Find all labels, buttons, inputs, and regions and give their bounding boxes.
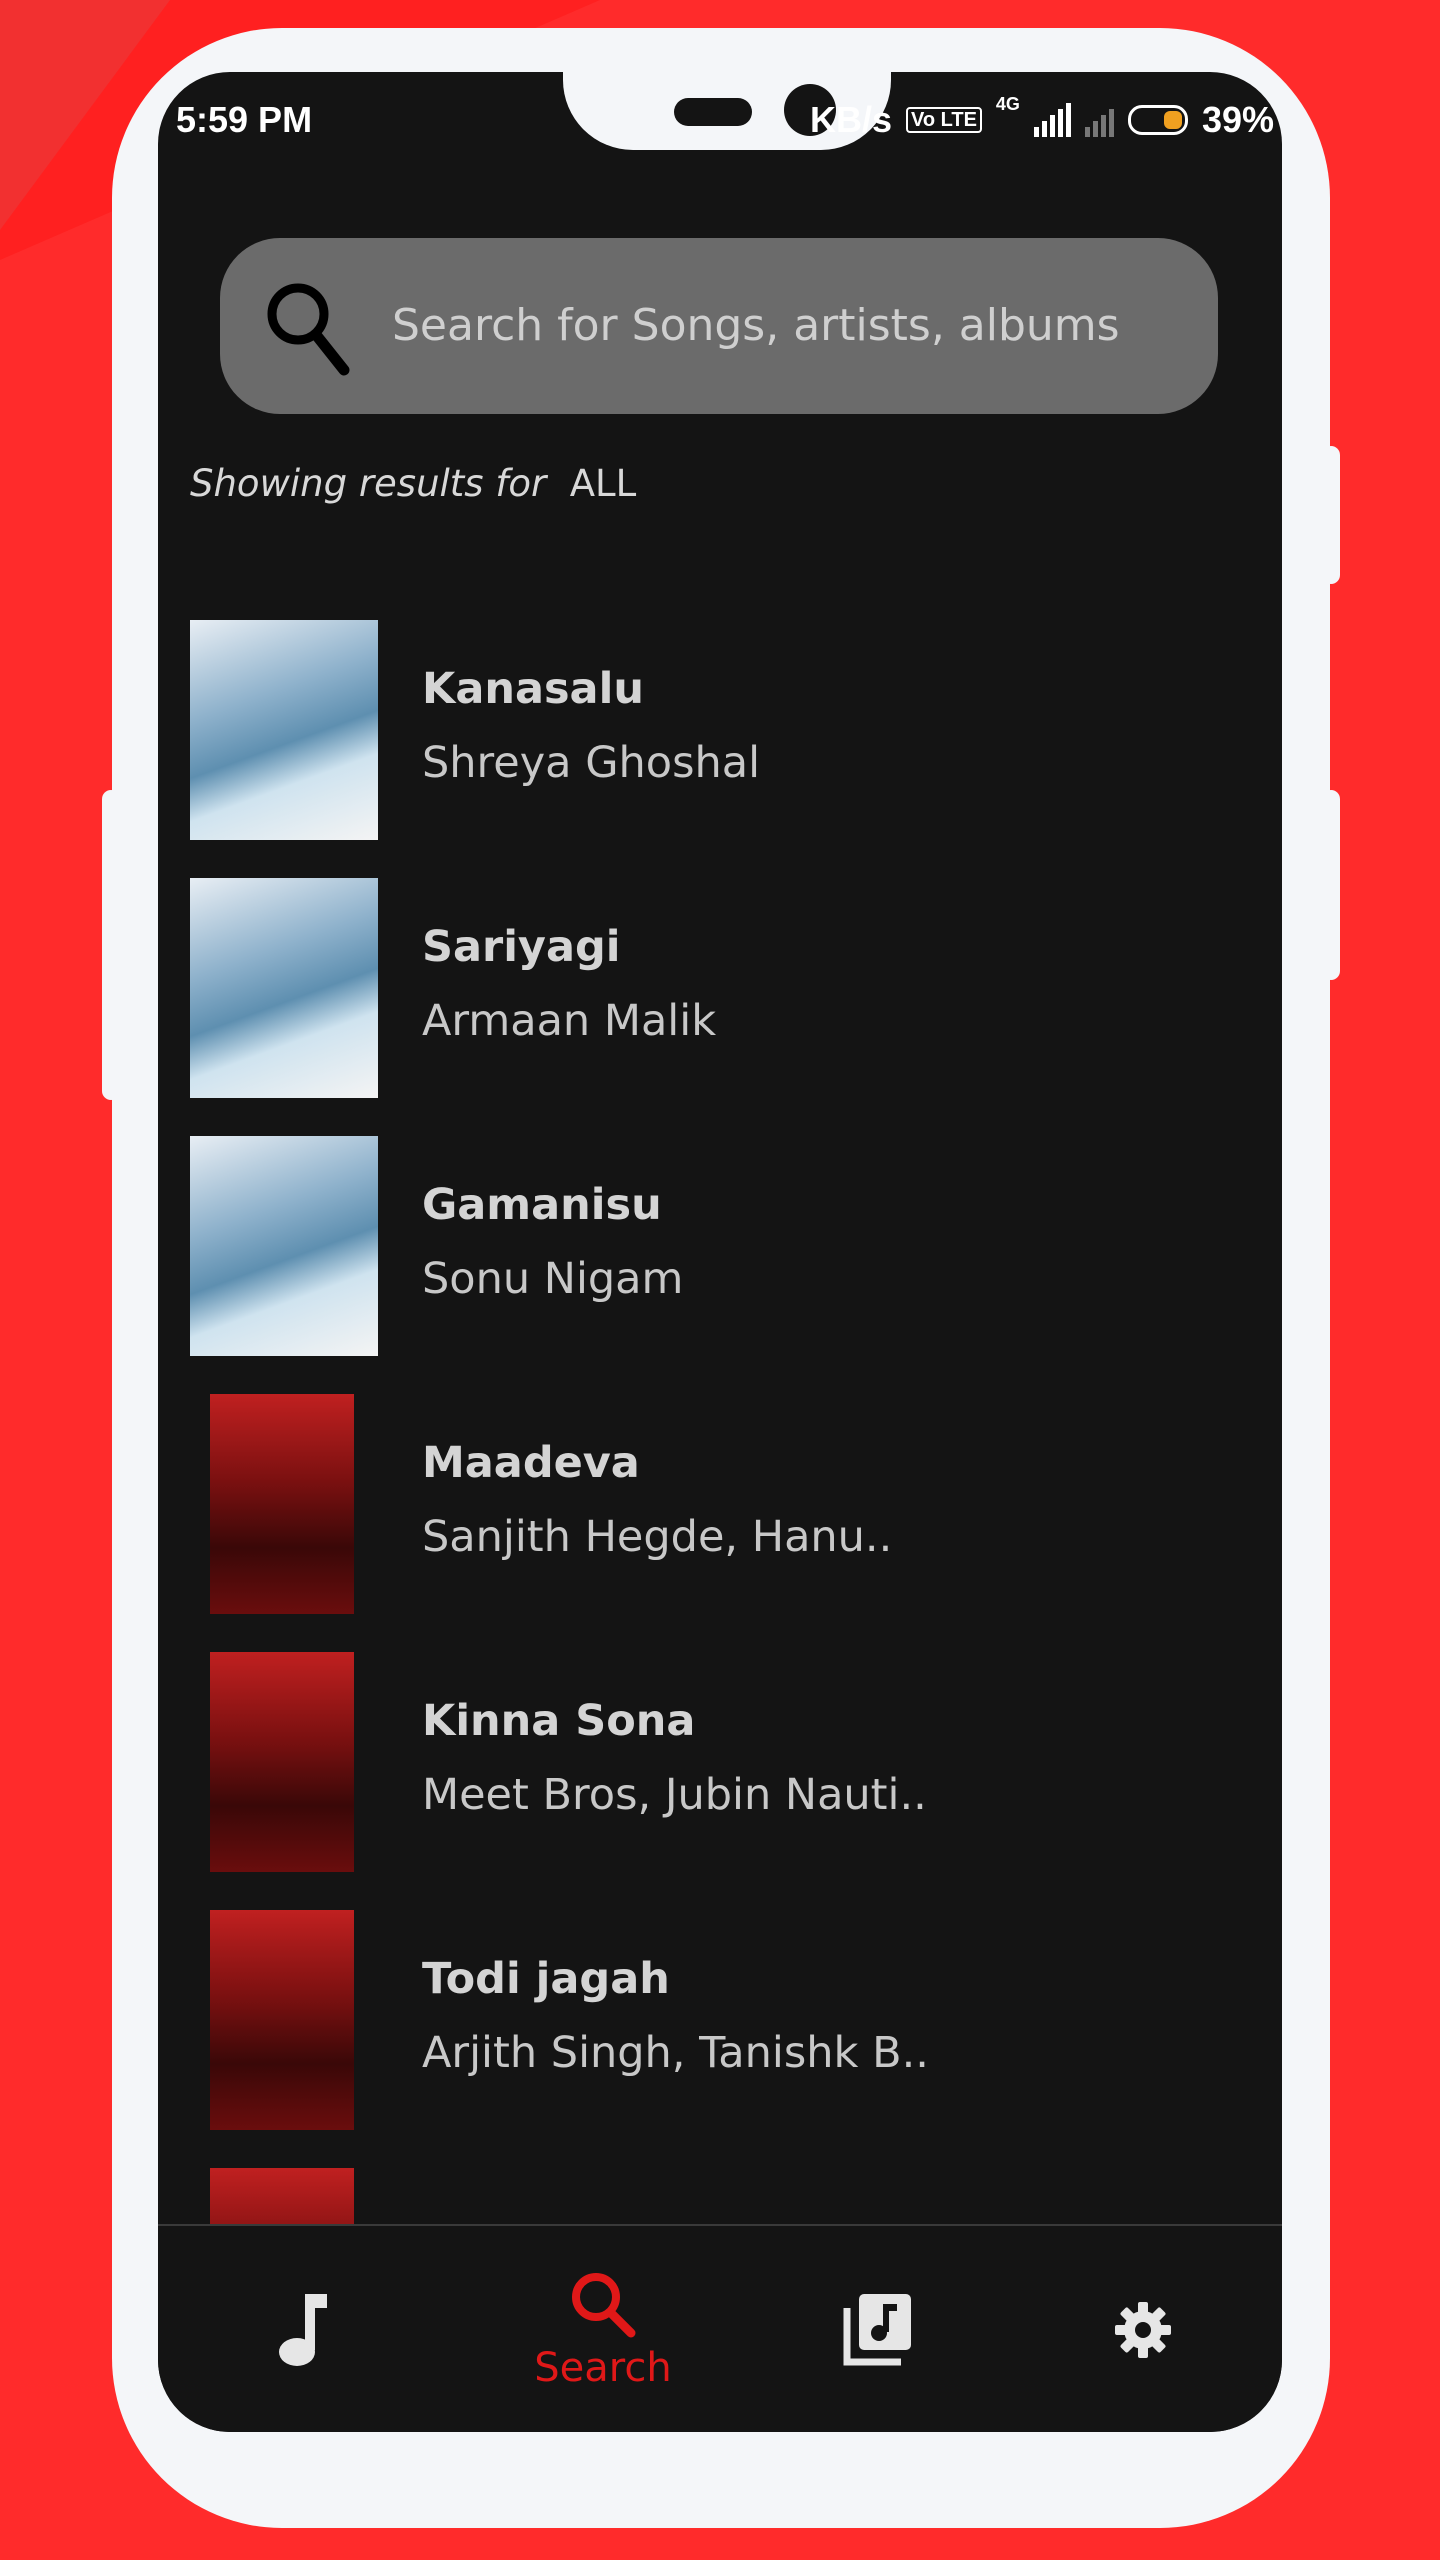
search-bar[interactable]: Search for Songs, artists, albums	[220, 238, 1218, 414]
results-prefix: Showing results for	[190, 462, 547, 505]
nav-search-label: Search	[534, 2345, 672, 2391]
list-item[interactable]: Maadeva Sanjith Hegde, Hanu..	[190, 1394, 1240, 1614]
album-art	[190, 620, 378, 840]
song-title: Maadeva	[422, 1438, 640, 1488]
music-note-icon	[279, 2294, 327, 2366]
volte-icon: Vo LTE	[906, 107, 982, 133]
earpiece	[674, 98, 752, 126]
signal-2-icon	[1084, 103, 1114, 137]
search-icon	[267, 283, 350, 376]
song-title: Kanasalu	[422, 664, 644, 714]
list-item[interactable]: Todi jagah Arjith Singh, Tanishk B..	[190, 1910, 1240, 2130]
nav-library[interactable]	[818, 2226, 938, 2432]
song-artist: Sanjith Hegde, Hanu..	[422, 1512, 893, 1562]
list-item[interactable]: Gamanisu Sonu Nigam	[190, 1136, 1240, 1356]
album-art	[190, 878, 378, 1098]
network-type: 4G	[995, 94, 1020, 114]
app-screen: 5:59 PM KB/s Vo LTE 4G 39% Search for So…	[158, 72, 1282, 2432]
song-title: Kinna Sona	[422, 1696, 696, 1746]
settings-icon	[1115, 2302, 1171, 2358]
album-art	[210, 1910, 354, 2130]
search-icon	[572, 2273, 636, 2338]
signal-icon	[1033, 103, 1071, 137]
album-art	[210, 1652, 354, 1872]
nav-songs[interactable]	[248, 2226, 358, 2432]
song-artist: Arjith Singh, Tanishk B..	[422, 2028, 929, 2078]
nav-search[interactable]: Search	[498, 2226, 708, 2432]
battery-icon	[1127, 105, 1188, 135]
song-title: Gamanisu	[422, 1180, 662, 1230]
song-title: Sariyagi	[422, 922, 621, 972]
song-artist: Sonu Nigam	[422, 1254, 684, 1304]
status-time: 5:59 PM	[176, 99, 313, 140]
list-item[interactable]: Kinna Sona Meet Bros, Jubin Nauti..	[190, 1652, 1240, 1872]
status-icons: KB/s Vo LTE 4G 39%	[810, 94, 1274, 146]
song-artist: Armaan Malik	[422, 996, 717, 1046]
song-artist: Meet Bros, Jubin Nauti..	[422, 1770, 927, 1820]
bottom-nav: Search	[158, 2224, 1282, 2432]
album-art	[210, 1394, 354, 1614]
battery-percent: 39%	[1201, 99, 1274, 140]
list-item[interactable]: Kanasalu Shreya Ghoshal	[190, 620, 1240, 840]
list-item[interactable]: Sariyagi Armaan Malik	[190, 878, 1240, 1098]
nav-settings[interactable]	[1088, 2226, 1198, 2432]
network-speed: KB/s	[809, 99, 892, 140]
song-artist: Shreya Ghoshal	[422, 738, 761, 788]
album-art	[190, 1136, 378, 1356]
search-input[interactable]: Search for Songs, artists, albums	[392, 238, 1120, 414]
library-icon	[843, 2294, 911, 2366]
results-label: Showing results for ALL	[190, 462, 636, 505]
song-title: Todi jagah	[422, 1954, 670, 2004]
results-filter: ALL	[569, 462, 637, 505]
